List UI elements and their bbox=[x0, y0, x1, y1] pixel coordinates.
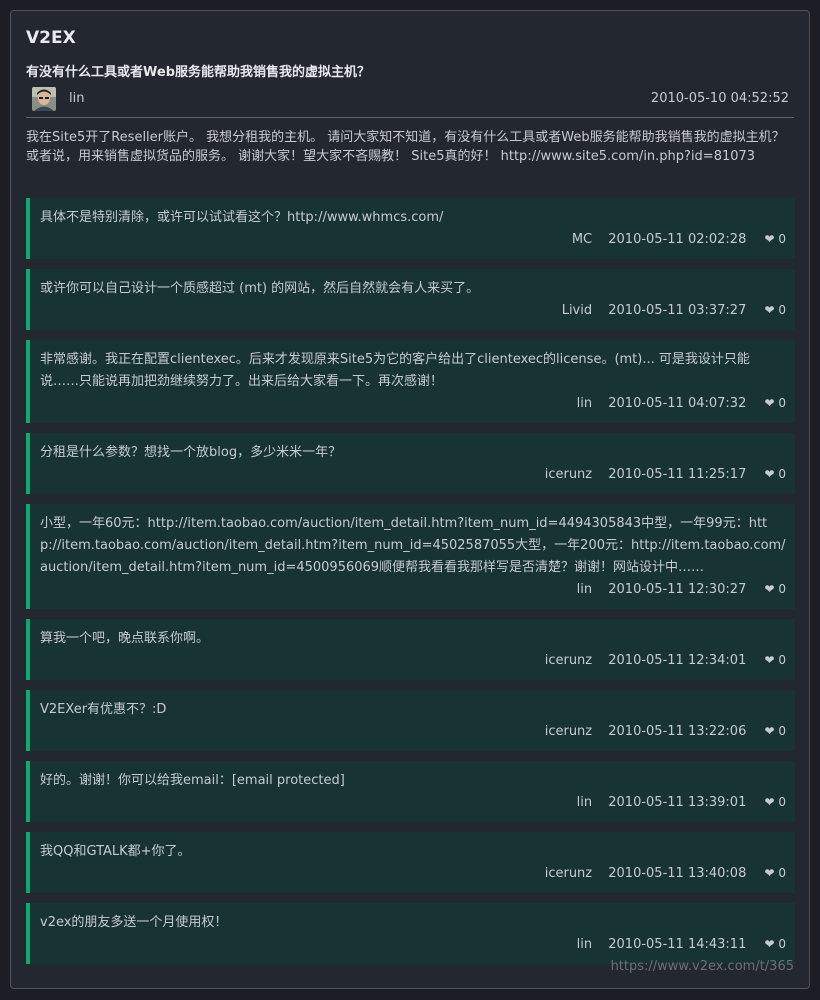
reply-user[interactable]: icerunz bbox=[545, 466, 592, 484]
reply-content: 我QQ和GTALK都+你了。 bbox=[40, 844, 191, 859]
user-avatar-icon bbox=[32, 87, 56, 111]
reply-time: 2010-05-11 11:25:17 bbox=[608, 467, 747, 482]
heart-icon[interactable]: ❤ 0 bbox=[764, 230, 786, 248]
reply-list: 具体不是特别清除，或许可以试试看这个？http://www.whmcs.com/… bbox=[26, 198, 795, 974]
source-link[interactable]: https://www.v2ex.com/t/365 bbox=[611, 959, 794, 974]
reply-time: 2010-05-11 04:07:32 bbox=[608, 396, 747, 411]
reply-meta: icerunz 2010-05-11 13:40:08 ❤ 0 bbox=[40, 864, 786, 883]
reply-meta: MC 2010-05-11 02:02:28 ❤ 0 bbox=[40, 230, 786, 249]
heart-icon[interactable]: ❤ 0 bbox=[764, 580, 786, 598]
reply-item: 分租是什么参数？想找一个放blog，多少米米一年？ icerunz 2010-0… bbox=[26, 433, 795, 494]
heart-icon[interactable]: ❤ 0 bbox=[764, 722, 786, 740]
reply-content: 非常感谢。我正在配置clientexec。后来才发现原来Site5为它的客户给出… bbox=[40, 352, 750, 389]
reply-content: 或许你可以自己设计一个质感超过 (mt) 的网站，然后自然就会有人来买了。 bbox=[40, 281, 480, 296]
reply-user[interactable]: lin bbox=[577, 395, 592, 413]
reply-item: 算我一个吧，晚点联系你啊。 icerunz 2010-05-11 12:34:0… bbox=[26, 619, 795, 680]
reply-user[interactable]: MC bbox=[572, 231, 592, 249]
reply-meta: icerunz 2010-05-11 12:34:01 ❤ 0 bbox=[40, 651, 786, 670]
topic-author[interactable]: lin bbox=[69, 91, 84, 106]
reply-user[interactable]: icerunz bbox=[545, 723, 592, 741]
reply-meta: lin 2010-05-11 12:30:27 ❤ 0 bbox=[40, 580, 786, 599]
reply-time: 2010-05-11 03:37:27 bbox=[608, 303, 747, 318]
reply-content: 算我一个吧，晚点联系你啊。 bbox=[40, 631, 210, 646]
reply-item: 小型，一年60元：http://item.taobao.com/auction/… bbox=[26, 504, 795, 609]
reply-user[interactable]: icerunz bbox=[545, 652, 592, 670]
reply-time: 2010-05-11 13:40:08 bbox=[608, 866, 747, 881]
reply-time: 2010-05-11 13:22:06 bbox=[608, 724, 747, 739]
reply-meta: lin 2010-05-11 13:39:01 ❤ 0 bbox=[40, 793, 786, 812]
topic-card: V2EX 有没有什么工具或者Web服务能帮助我销售我的虚拟主机？ lin 201… bbox=[10, 10, 810, 989]
reply-content: 小型，一年60元：http://item.taobao.com/auction/… bbox=[40, 516, 786, 575]
reply-time: 2010-05-11 12:30:27 bbox=[608, 582, 747, 597]
reply-item: 或许你可以自己设计一个质感超过 (mt) 的网站，然后自然就会有人来买了。 Li… bbox=[26, 269, 795, 330]
reply-time: 2010-05-11 12:34:01 bbox=[608, 653, 747, 668]
reply-item: V2EXer有优惠不？:D icerunz 2010-05-11 13:22:0… bbox=[26, 690, 795, 751]
topic-date: 2010-05-10 04:52:52 bbox=[650, 91, 789, 106]
reply-content: V2EXer有优惠不？:D bbox=[40, 702, 167, 717]
reply-time: 2010-05-11 14:43:11 bbox=[608, 937, 747, 952]
topic-body: 我在Site5开了Reseller账户。 我想分租我的主机。 请问大家知不知道，… bbox=[26, 130, 785, 164]
reply-user[interactable]: lin bbox=[577, 581, 592, 599]
heart-icon[interactable]: ❤ 0 bbox=[764, 793, 786, 811]
reply-item: v2ex的朋友多送一个月使用权！ lin 2010-05-11 14:43:11… bbox=[26, 903, 795, 964]
reply-meta: icerunz 2010-05-11 13:22:06 ❤ 0 bbox=[40, 722, 786, 741]
reply-user[interactable]: Livid bbox=[562, 302, 592, 320]
reply-meta: lin 2010-05-11 14:43:11 ❤ 0 bbox=[40, 935, 786, 954]
reply-item: 非常感谢。我正在配置clientexec。后来才发现原来Site5为它的客户给出… bbox=[26, 340, 795, 423]
divider bbox=[26, 117, 794, 118]
heart-icon[interactable]: ❤ 0 bbox=[764, 301, 786, 319]
avatar[interactable] bbox=[32, 87, 56, 111]
topic-author-row: lin 2010-05-10 04:52:52 bbox=[26, 85, 789, 111]
reply-item: 我QQ和GTALK都+你了。 icerunz 2010-05-11 13:40:… bbox=[26, 832, 795, 893]
site-name[interactable]: V2EX bbox=[26, 28, 76, 48]
reply-item: 具体不是特别清除，或许可以试试看这个？http://www.whmcs.com/… bbox=[26, 198, 795, 259]
reply-user[interactable]: lin bbox=[577, 794, 592, 812]
heart-icon[interactable]: ❤ 0 bbox=[764, 864, 786, 882]
reply-time: 2010-05-11 02:02:28 bbox=[608, 232, 747, 247]
reply-item: 好的。谢谢！你可以给我email：[email protected] lin 2… bbox=[26, 761, 795, 822]
reply-user[interactable]: lin bbox=[577, 936, 592, 954]
reply-meta: lin 2010-05-11 04:07:32 ❤ 0 bbox=[40, 394, 786, 413]
reply-content: v2ex的朋友多送一个月使用权！ bbox=[40, 915, 228, 930]
reply-user[interactable]: icerunz bbox=[545, 865, 592, 883]
reply-content: 好的。谢谢！你可以给我email：[email protected] bbox=[40, 773, 345, 788]
heart-icon[interactable]: ❤ 0 bbox=[764, 651, 786, 669]
heart-icon[interactable]: ❤ 0 bbox=[764, 935, 786, 953]
heart-icon[interactable]: ❤ 0 bbox=[764, 394, 786, 412]
reply-content: 具体不是特别清除，或许可以试试看这个？http://www.whmcs.com/ bbox=[40, 210, 444, 225]
reply-meta: Livid 2010-05-11 03:37:27 ❤ 0 bbox=[40, 301, 786, 320]
reply-meta: icerunz 2010-05-11 11:25:17 ❤ 0 bbox=[40, 465, 786, 484]
reply-content: 分租是什么参数？想找一个放blog，多少米米一年？ bbox=[40, 445, 342, 460]
heart-icon[interactable]: ❤ 0 bbox=[764, 465, 786, 483]
reply-time: 2010-05-11 13:39:01 bbox=[608, 795, 747, 810]
topic-title[interactable]: 有没有什么工具或者Web服务能帮助我销售我的虚拟主机？ bbox=[26, 61, 370, 80]
